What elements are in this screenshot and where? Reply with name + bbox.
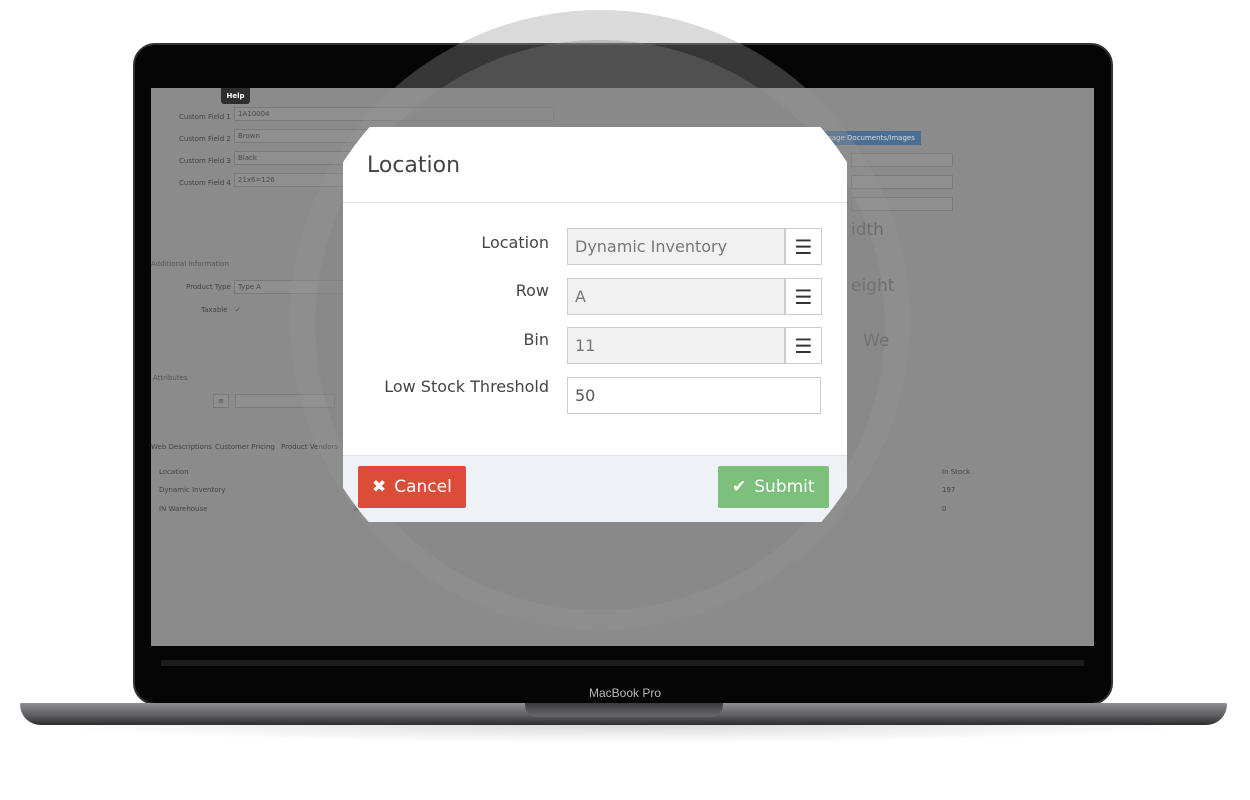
device-brand: MacBook Pro [588,686,662,700]
table-cell: 197 [942,486,956,494]
low-stock-threshold-input[interactable]: 50 [567,377,821,414]
location-modal: Location Location Dynamic Inventory ☰ Ro… [343,127,847,522]
list-icon[interactable]: ☰ [785,228,822,265]
field-label: Custom Field 3 [179,157,231,165]
table-cell: 0 [942,505,947,513]
low-stock-threshold-label: Low Stock Threshold [384,377,549,396]
check-icon: ✔ [732,477,747,497]
row-label: Row [515,281,549,300]
close-icon: ✖ [372,477,387,497]
list-icon[interactable]: ≡ [213,394,229,408]
field-label: Custom Field 4 [179,179,231,187]
row-input[interactable]: A [567,278,785,315]
tab-customer-pricing[interactable]: Customer Pricing [215,443,275,451]
modal-title: Location [367,153,461,178]
help-tooltip: Help [221,88,250,104]
location-label: Location [481,233,549,252]
table-cell: Dynamic Inventory [159,486,226,494]
bin-input[interactable]: 11 [567,327,785,364]
list-icon[interactable]: ☰ [785,327,822,364]
submit-button[interactable]: ✔ Submit [718,466,829,508]
tab-web-descriptions[interactable]: Web Descriptions [151,443,212,451]
submit-label: Submit [754,477,815,497]
section-attributes: Attributes [153,374,188,382]
column-in-stock[interactable]: In Stock [942,468,970,476]
column-location[interactable]: Location [159,468,189,476]
section-additional-info: Additional Information [151,260,229,268]
field-label: Custom Field 2 [179,135,231,143]
bin-label: Bin [523,330,549,349]
product-type-label: Product Type [186,283,231,291]
table-cell: IN Warehouse [159,505,208,513]
taxable-label: Taxable [201,306,228,314]
cancel-label: Cancel [394,477,452,497]
field-label: Custom Field 1 [179,113,231,121]
cancel-button[interactable]: ✖ Cancel [358,466,466,508]
screen-bottom-bar [161,660,1084,666]
location-input[interactable]: Dynamic Inventory [567,228,785,265]
divider [343,202,847,203]
laptop-notch [525,703,723,717]
list-icon[interactable]: ☰ [785,278,822,315]
laptop-shadow [40,725,1210,743]
taxable-checkbox[interactable]: ✓ [235,306,241,314]
